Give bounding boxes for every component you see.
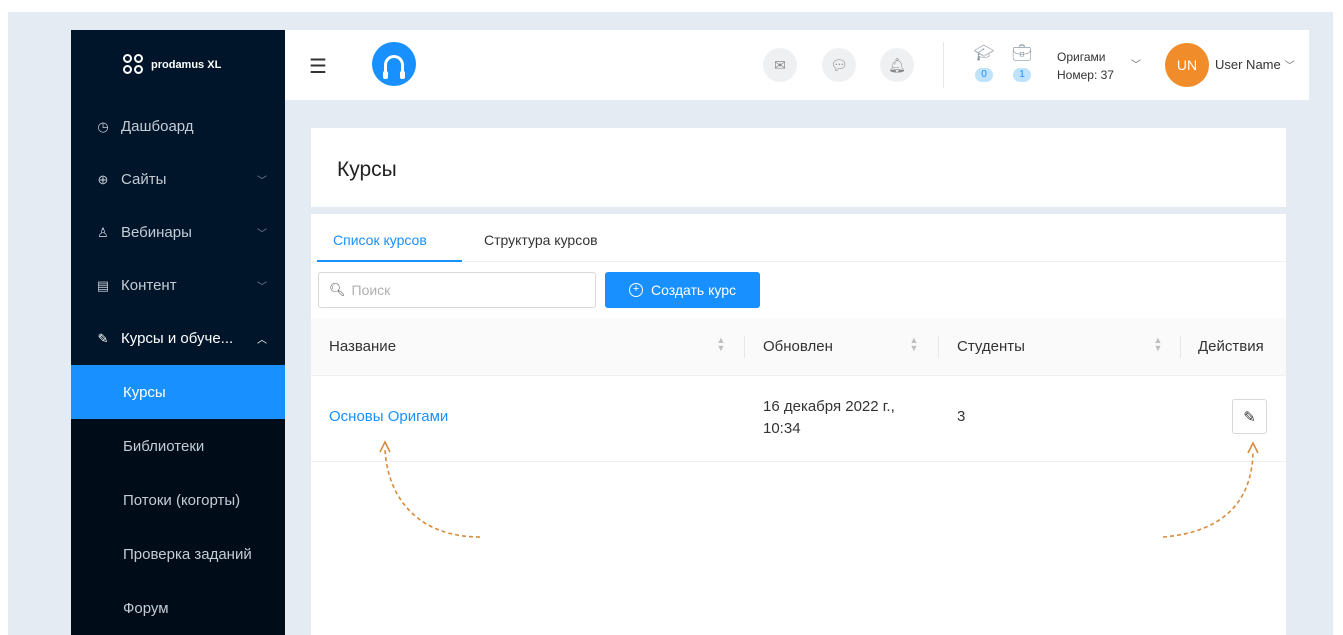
students-count-badge: 0 [975,68,993,82]
projects-count-badge: 1 [1013,68,1031,82]
mail-button[interactable]: ✉ [763,48,797,82]
briefcase-icon: 💼︎ [1011,45,1033,62]
notifications-button[interactable]: 🔔︎ [880,48,914,82]
sidebar-subitem-task-review[interactable]: Проверка заданий [71,527,285,581]
sidebar-subitem-cohorts[interactable]: Потоки (когорты) [71,473,285,527]
chat-icon: 💬︎ [830,56,848,73]
header-divider [943,42,944,88]
create-course-label: Создать курс [650,282,736,298]
account-switcher[interactable]: Оригами Номер: 37 [1057,48,1114,84]
tab-active-indicator [317,260,462,262]
sidebar-item-dashboard[interactable]: ◷ Дашбоард [71,100,285,153]
sort-icon[interactable]: ▲ ▼ [909,336,919,353]
dashboard-icon: ◷ [97,118,109,134]
chevron-up-icon: ︿ [257,335,267,346]
sidebar-item-sites[interactable]: ⊕ Сайты ﹀ [71,153,285,206]
content-icon: ▤ [96,277,110,293]
search-icon: 🔍︎ [329,282,346,297]
avatar[interactable]: UN [1165,43,1209,87]
column-separator [744,336,745,358]
graduation-cap-icon: 🎓︎ [973,45,995,62]
page-title-card: Курсы [311,128,1286,207]
sidebar-item-label: Сайты [121,171,167,188]
bell-icon: 🔔︎ [888,56,906,73]
edit-course-button[interactable]: ✎ [1232,399,1267,434]
chevron-down-icon: ﹀ [257,176,267,187]
support-button[interactable] [372,42,416,86]
create-course-button[interactable]: + Создать курс [605,272,760,308]
sidebar-item-courses-learning[interactable]: ✎ Курсы и обуче... ︿ [71,312,285,365]
chat-button[interactable]: 💬︎ [822,48,856,82]
sort-icon[interactable]: ▲ ▼ [716,336,726,353]
tabs: Список курсов Структура курсов [311,214,1286,262]
logo[interactable]: prodamus XL [71,30,285,100]
sidebar-item-label: Вебинары [121,224,192,241]
sidebar-item-label: Дашбоард [121,118,194,135]
chevron-down-icon: ﹀ [257,229,267,240]
column-separator [938,336,939,358]
logo-icon [123,54,145,76]
sidebar-subitem-libraries[interactable]: Библиотеки [71,419,285,473]
column-header-updated[interactable]: Обновлен [763,338,833,355]
pencil-icon: ✎ [1243,408,1256,426]
page-title: Курсы [337,158,397,181]
search-field[interactable]: 🔍︎ [318,272,596,308]
course-students-count: 3 [957,408,966,425]
course-updated-time: 10:34 [763,420,801,437]
account-name: Оригами [1057,50,1106,64]
column-header-students[interactable]: Студенты [957,338,1025,355]
mail-icon: ✉ [774,56,786,73]
chevron-down-icon[interactable]: ﹀ [1131,56,1141,71]
globe-icon: ⊕ [97,171,109,187]
sidebar-submenu: Курсы Библиотеки Потоки (когорты) Провер… [71,365,285,635]
sidebar-subitem-courses[interactable]: Курсы [71,365,285,419]
table-header: Название ▲ ▼ Обновлен ▲ ▼ Студенты ▲ ▼ Дейс… [311,318,1286,376]
chevron-down-icon: ﹀ [257,282,267,293]
projects-counter[interactable]: 💼︎ 1 [1009,44,1035,82]
sidebar-item-label: Курсы и обуче... [121,330,234,347]
sidebar-item-webinars[interactable]: ♙ Вебинары ﹀ [71,206,285,259]
menu-fold-icon[interactable]: ☰ [309,54,327,79]
edit-square-icon: ✎ [97,330,109,346]
students-counter[interactable]: 🎓︎ 0 [971,44,997,82]
table-row: Основы Оригами 16 декабря 2022 г., 10:34… [311,376,1286,462]
sort-icon[interactable]: ▲ ▼ [1153,336,1163,353]
headset-icon [383,55,405,79]
user-menu[interactable]: User Name ﹀ [1215,57,1295,72]
webinar-icon: ♙ [97,224,109,240]
column-header-name[interactable]: Название [329,338,396,355]
user-name: User Name [1215,57,1281,72]
column-header-actions: Действия [1198,338,1264,355]
toolbar: 🔍︎ + Создать курс [318,272,1286,308]
course-updated: 16 декабря 2022 г., 10:34 [763,396,895,440]
chevron-down-icon: ﹀ [1284,61,1295,72]
search-input[interactable] [351,282,572,298]
logo-text: prodamus XL [151,59,222,71]
account-number: Номер: 37 [1057,68,1114,82]
course-updated-date: 16 декабря 2022 г., [763,398,895,415]
plus-circle-icon: + [628,283,643,297]
sidebar: prodamus XL ◷ Дашбоард ⊕ Сайты ﹀ ♙ Вебин… [71,30,285,635]
courses-panel: Список курсов Структура курсов 🔍︎ + Созд… [311,214,1286,635]
sidebar-item-label: Контент [121,277,177,294]
course-name-link[interactable]: Основы Оригами [329,408,448,425]
tab-course-structure[interactable]: Структура курсов [484,232,598,248]
sidebar-item-content[interactable]: ▤ Контент ﹀ [71,259,285,312]
column-separator [1180,336,1181,358]
sidebar-subitem-forum[interactable]: Форум [71,581,285,635]
top-header: ☰ ✉ 💬︎ 🔔︎ 🎓︎ 0 💼︎ 1 Оригами Номер: 37 ﹀ … [285,30,1309,100]
tab-course-list[interactable]: Список курсов [333,232,427,248]
